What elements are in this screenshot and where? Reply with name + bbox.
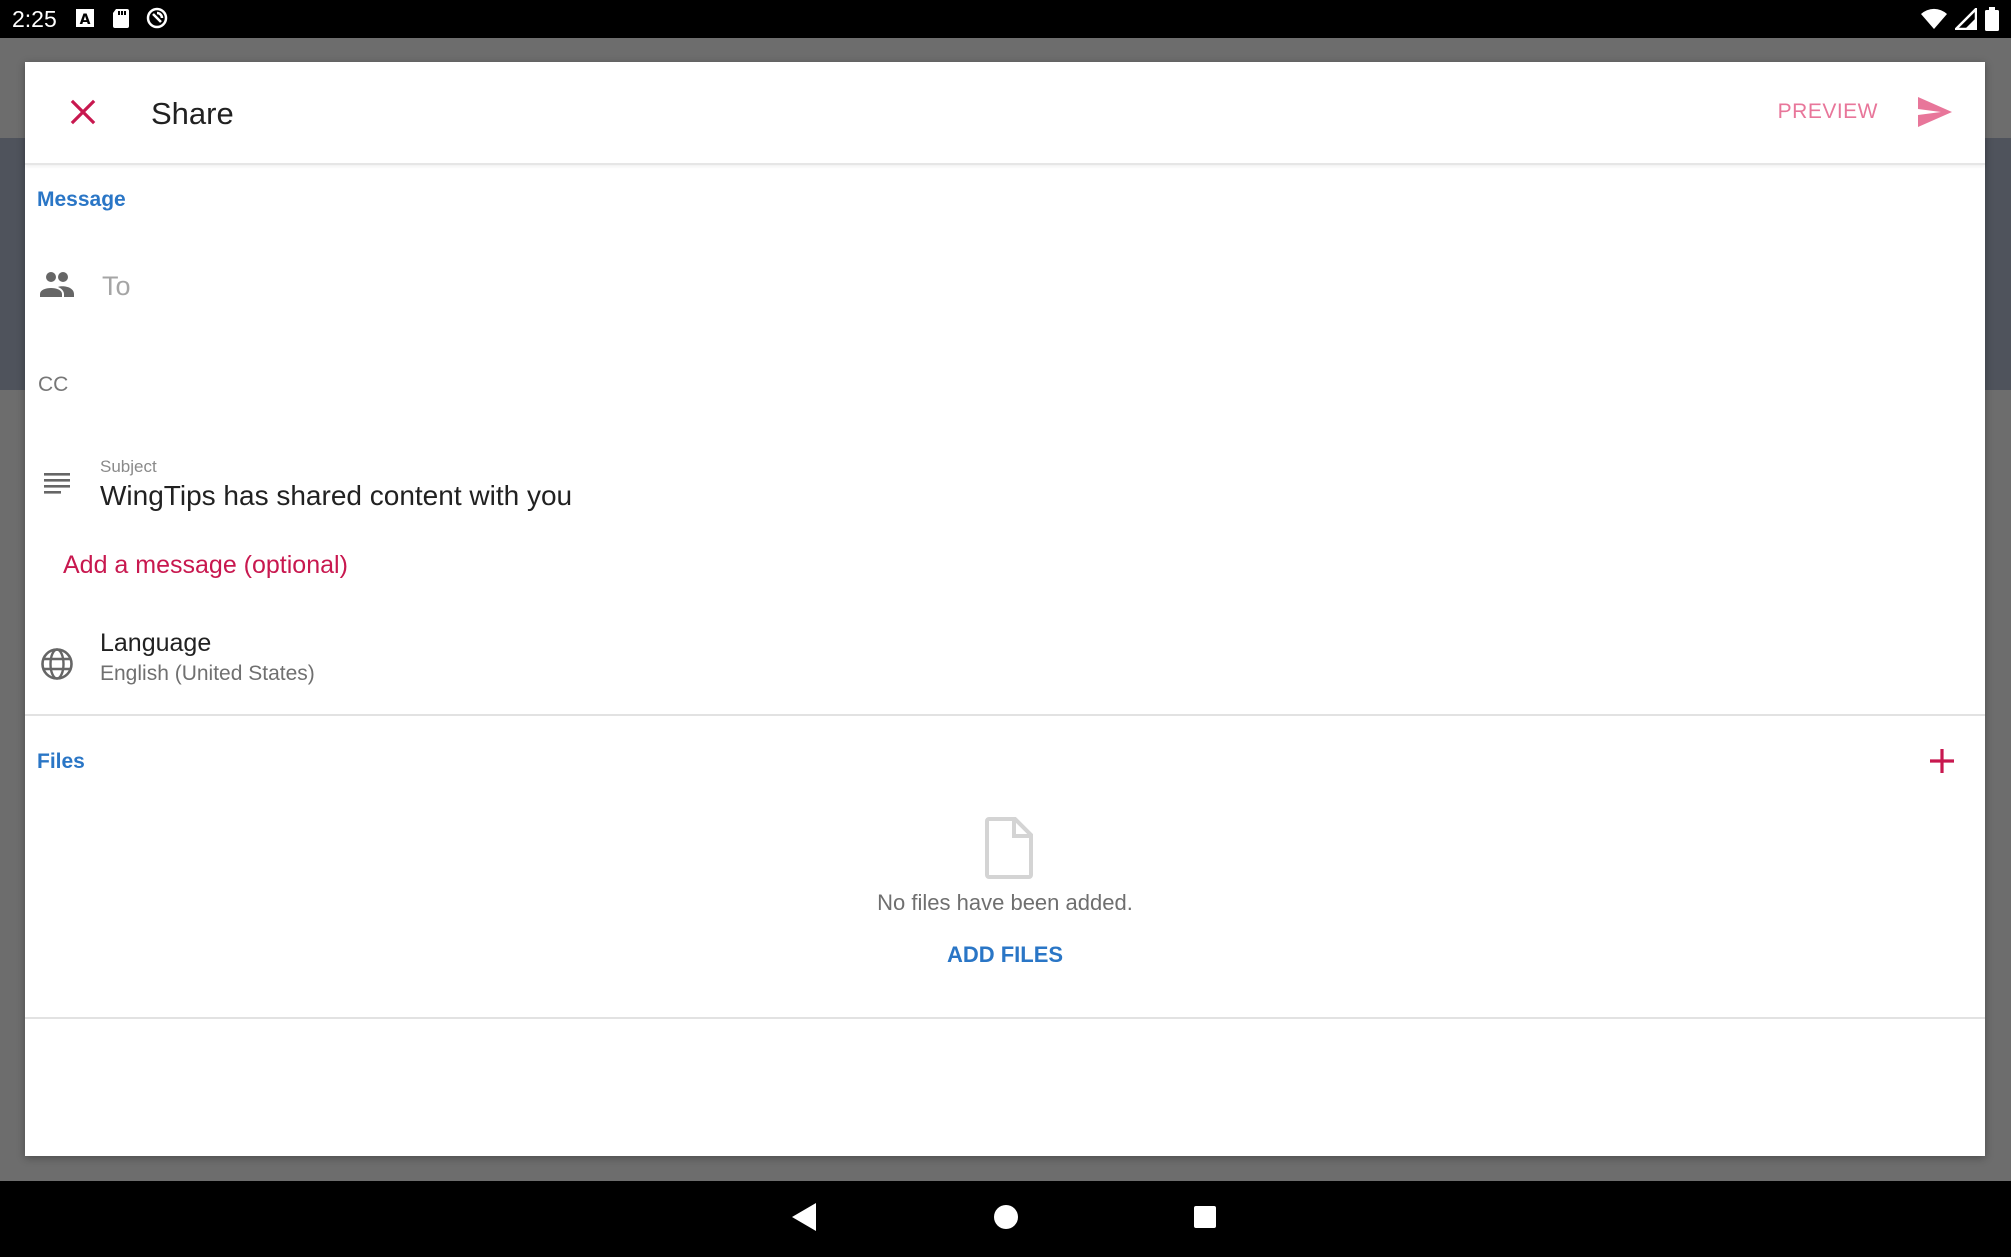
battery-icon	[1985, 7, 1999, 31]
preview-button[interactable]: PREVIEW	[1778, 100, 1878, 124]
language-selector[interactable]: Language English (United States)	[25, 614, 1985, 714]
dialog-app-bar: Share PREVIEW	[25, 62, 1985, 165]
add-file-plus-icon[interactable]	[1924, 743, 1960, 779]
dialog-title: Share	[151, 96, 234, 131]
add-files-button[interactable]: ADD FILES	[930, 942, 1080, 968]
subject-caption: Subject	[100, 457, 157, 476]
back-icon[interactable]	[790, 1201, 818, 1233]
svg-text:A: A	[80, 12, 91, 28]
sync-circle-icon	[146, 7, 168, 29]
status-icons-right	[1921, 7, 1999, 31]
globe-icon	[41, 648, 73, 680]
subject-field[interactable]: WingTips has shared content with you	[100, 480, 572, 512]
section-divider	[25, 1017, 1985, 1019]
people-icon	[40, 272, 74, 297]
wifi-icon	[1921, 8, 1947, 29]
status-bar: 2:25 A	[0, 0, 2011, 38]
subject-notes-icon	[44, 473, 70, 494]
section-divider	[25, 714, 1985, 716]
cc-field[interactable]: CC	[38, 373, 68, 397]
status-time: 2:25	[12, 6, 57, 32]
language-title: Language	[100, 629, 212, 657]
to-recipients-input[interactable]	[100, 260, 1944, 312]
add-message-link[interactable]: Add a message (optional)	[63, 551, 348, 580]
files-section-label: Files	[37, 750, 85, 773]
home-icon[interactable]	[993, 1204, 1019, 1230]
empty-file-icon	[985, 817, 1033, 879]
font-a-icon: A	[76, 9, 94, 28]
sd-card-icon	[113, 9, 129, 28]
status-icons-left: A	[74, 7, 168, 29]
cell-signal-icon	[1955, 8, 1977, 30]
message-section-label: Message	[37, 188, 126, 211]
send-icon[interactable]	[1915, 94, 1955, 130]
empty-files-message: No files have been added.	[877, 890, 1133, 915]
language-value: English (United States)	[100, 662, 315, 685]
share-dialog: Share PREVIEW Message CC Subject WingTip…	[25, 62, 1985, 1156]
recent-apps-icon[interactable]	[1193, 1205, 1217, 1229]
navigation-bar	[0, 1181, 2011, 1257]
close-icon[interactable]	[63, 92, 103, 132]
